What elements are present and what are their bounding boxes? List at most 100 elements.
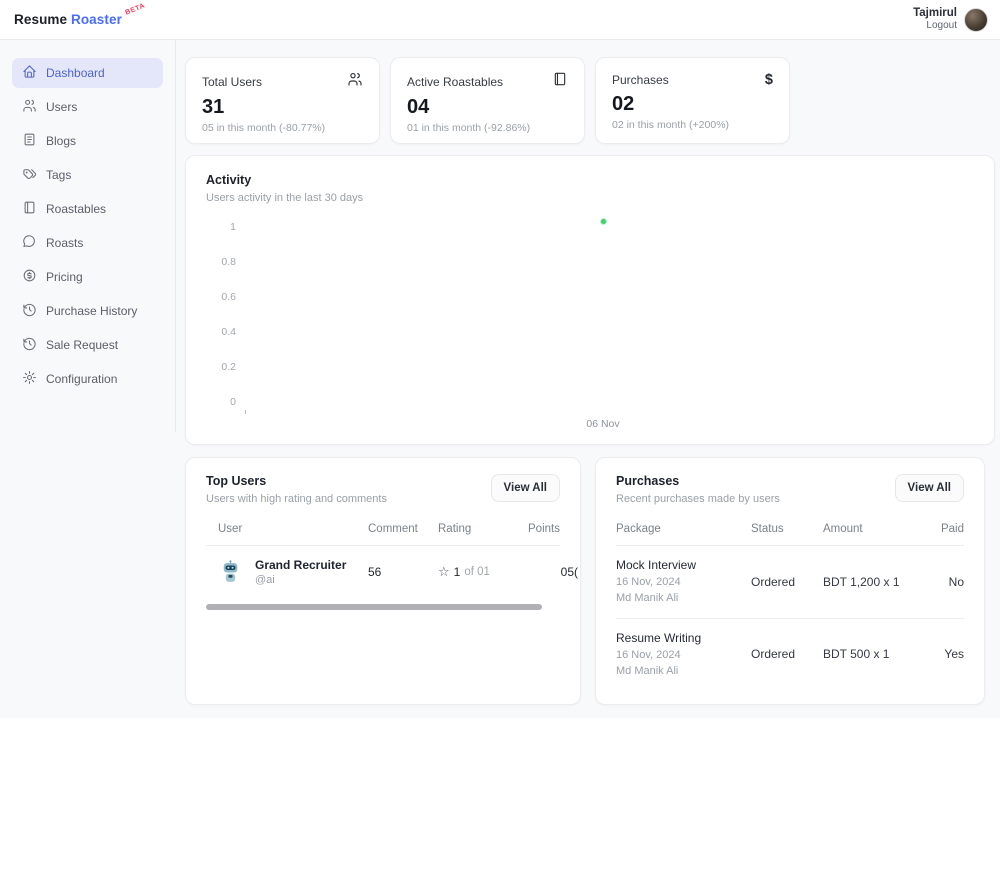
- plot-area: [240, 226, 966, 408]
- table-row[interactable]: Mock Interview 16 Nov, 2024 Md Manik Ali…: [616, 546, 964, 619]
- column-header-user: User: [218, 523, 368, 535]
- purchase-status: Ordered: [751, 647, 823, 661]
- main-content: Total Users 31 05 in this month (-80.77%…: [176, 40, 1000, 705]
- top-users-view-all-button[interactable]: View All: [491, 474, 560, 502]
- stat-card-total-users: Total Users 31 05 in this month (-80.77%…: [185, 57, 380, 144]
- purchase-date: 16 Nov, 2024: [616, 575, 751, 589]
- activity-title: Activity: [206, 173, 974, 187]
- top-users-table-header: User Comment Rating Points: [206, 523, 560, 546]
- purchase-user: Md Manik Ali: [616, 664, 751, 678]
- purchases-table-header: Package Status Amount Paid: [616, 523, 964, 546]
- stat-subtext: 05 in this month (-80.77%): [202, 122, 363, 134]
- column-header-comment: Comment: [368, 523, 438, 535]
- stat-value: 31: [202, 96, 363, 118]
- stat-card-purchases: Purchases $ 02 02 in this month (+200%): [595, 57, 790, 144]
- column-header-status: Status: [751, 523, 823, 535]
- top-user-comment-count: 56: [368, 565, 438, 579]
- y-axis-tick: 0: [206, 396, 236, 408]
- sidebar-item-label: Roastables: [46, 202, 106, 216]
- rating-of: of 01: [464, 566, 490, 578]
- sidebar-item-label: Users: [46, 100, 77, 114]
- table-row[interactable]: Resume Writing 16 Nov, 2024 Md Manik Ali…: [616, 619, 964, 691]
- users-icon: [22, 98, 37, 116]
- users-icon: [347, 71, 363, 92]
- star-icon: ☆: [438, 564, 450, 580]
- top-users-card: Top Users Users with high rating and com…: [185, 457, 581, 705]
- app-body: Dashboard Users Blogs Tags Roastables Ro…: [0, 40, 1000, 718]
- sidebar: Dashboard Users Blogs Tags Roastables Ro…: [0, 40, 176, 432]
- sidebar-item-configuration[interactable]: Configuration: [12, 364, 163, 394]
- purchases-card: Purchases Recent purchases made by users…: [595, 457, 985, 705]
- column-header-points: Points: [528, 523, 574, 535]
- stat-title: Total Users: [202, 75, 262, 89]
- history-icon: [22, 302, 37, 320]
- book-icon: [22, 200, 37, 218]
- sidebar-item-blogs[interactable]: Blogs: [12, 126, 163, 156]
- beta-badge: BETA: [125, 2, 147, 16]
- top-bar: Resume Roaster BETA Tajmirul Logout: [0, 0, 1000, 40]
- column-header-package: Package: [616, 523, 751, 535]
- sidebar-item-roastables[interactable]: Roastables: [12, 194, 163, 224]
- top-user-handle: @ai: [255, 574, 346, 586]
- sidebar-item-label: Blogs: [46, 134, 76, 148]
- dollar-icon: $: [765, 71, 773, 89]
- purchase-package: Resume Writing: [616, 631, 751, 646]
- app-logo[interactable]: Resume Roaster BETA: [14, 12, 122, 27]
- sidebar-item-label: Purchase History: [46, 304, 137, 318]
- book-icon: [552, 71, 568, 92]
- tags-icon: [22, 166, 37, 184]
- purchases-view-all-button[interactable]: View All: [895, 474, 964, 502]
- purchase-status: Ordered: [751, 575, 823, 589]
- stat-card-active-roastables: Active Roastables 04 01 in this month (-…: [390, 57, 585, 144]
- table-row[interactable]: Grand Recruiter @ai 56 ☆ 1 of 01 05 (: [206, 546, 560, 596]
- y-axis-tick: 0.4: [206, 326, 236, 338]
- purchase-paid: Yes: [931, 647, 964, 661]
- sidebar-item-purchase-history[interactable]: Purchase History: [12, 296, 163, 326]
- top-users-title: Top Users: [206, 474, 387, 488]
- top-user-name: Grand Recruiter: [255, 558, 346, 574]
- top-user-rating: ☆ 1 of 01: [438, 564, 528, 580]
- home-icon: [22, 64, 37, 82]
- sidebar-item-label: Tags: [46, 168, 71, 182]
- sidebar-item-label: Dashboard: [46, 66, 105, 80]
- sidebar-item-users[interactable]: Users: [12, 92, 163, 122]
- top-users-subtitle: Users with high rating and comments: [206, 493, 387, 505]
- gear-icon: [22, 370, 37, 388]
- y-axis-tick: 0.8: [206, 256, 236, 268]
- logo-text-roaster: Roaster: [71, 12, 122, 27]
- stat-subtext: 02 in this month (+200%): [612, 119, 773, 131]
- activity-chart: 1 0.8 0.6 0.4 0.2 0 06 Nov: [206, 226, 974, 438]
- x-axis-tick: 06 Nov: [240, 418, 966, 430]
- purchase-amount: BDT 500 x 1: [823, 647, 931, 661]
- sidebar-item-label: Sale Request: [46, 338, 118, 352]
- stat-value: 04: [407, 96, 568, 118]
- sidebar-item-dashboard[interactable]: Dashboard: [12, 58, 163, 88]
- column-header-rating: Rating: [438, 523, 528, 535]
- purchase-package: Mock Interview: [616, 558, 751, 573]
- logout-button[interactable]: Logout: [913, 20, 957, 33]
- top-user-points: 05: [528, 565, 574, 579]
- stat-value: 02: [612, 93, 773, 115]
- avatar[interactable]: [964, 8, 988, 32]
- sidebar-item-sale-request[interactable]: Sale Request: [12, 330, 163, 360]
- activity-card: Activity Users activity in the last 30 d…: [185, 155, 995, 445]
- purchase-date: 16 Nov, 2024: [616, 648, 751, 662]
- sidebar-item-roasts[interactable]: Roasts: [12, 228, 163, 258]
- stat-title: Purchases: [612, 73, 669, 87]
- purchase-amount: BDT 1,200 x 1: [823, 575, 931, 589]
- sidebar-item-pricing[interactable]: Pricing: [12, 262, 163, 292]
- sidebar-item-tags[interactable]: Tags: [12, 160, 163, 190]
- data-point[interactable]: [601, 219, 606, 224]
- robot-avatar: [218, 559, 243, 584]
- stats-row-spacer: [800, 57, 995, 144]
- stat-subtext: 01 in this month (-92.86%): [407, 122, 568, 134]
- sidebar-item-label: Pricing: [46, 270, 83, 284]
- history-icon: [22, 336, 37, 354]
- x-axis-origin-tick: [245, 410, 246, 414]
- y-axis-tick: 0.6: [206, 291, 236, 303]
- horizontal-scrollbar[interactable]: [206, 604, 542, 610]
- purchases-title: Purchases: [616, 474, 780, 488]
- logo-text-resume: Resume: [14, 12, 67, 27]
- blog-icon: [22, 132, 37, 150]
- pricing-icon: [22, 268, 37, 286]
